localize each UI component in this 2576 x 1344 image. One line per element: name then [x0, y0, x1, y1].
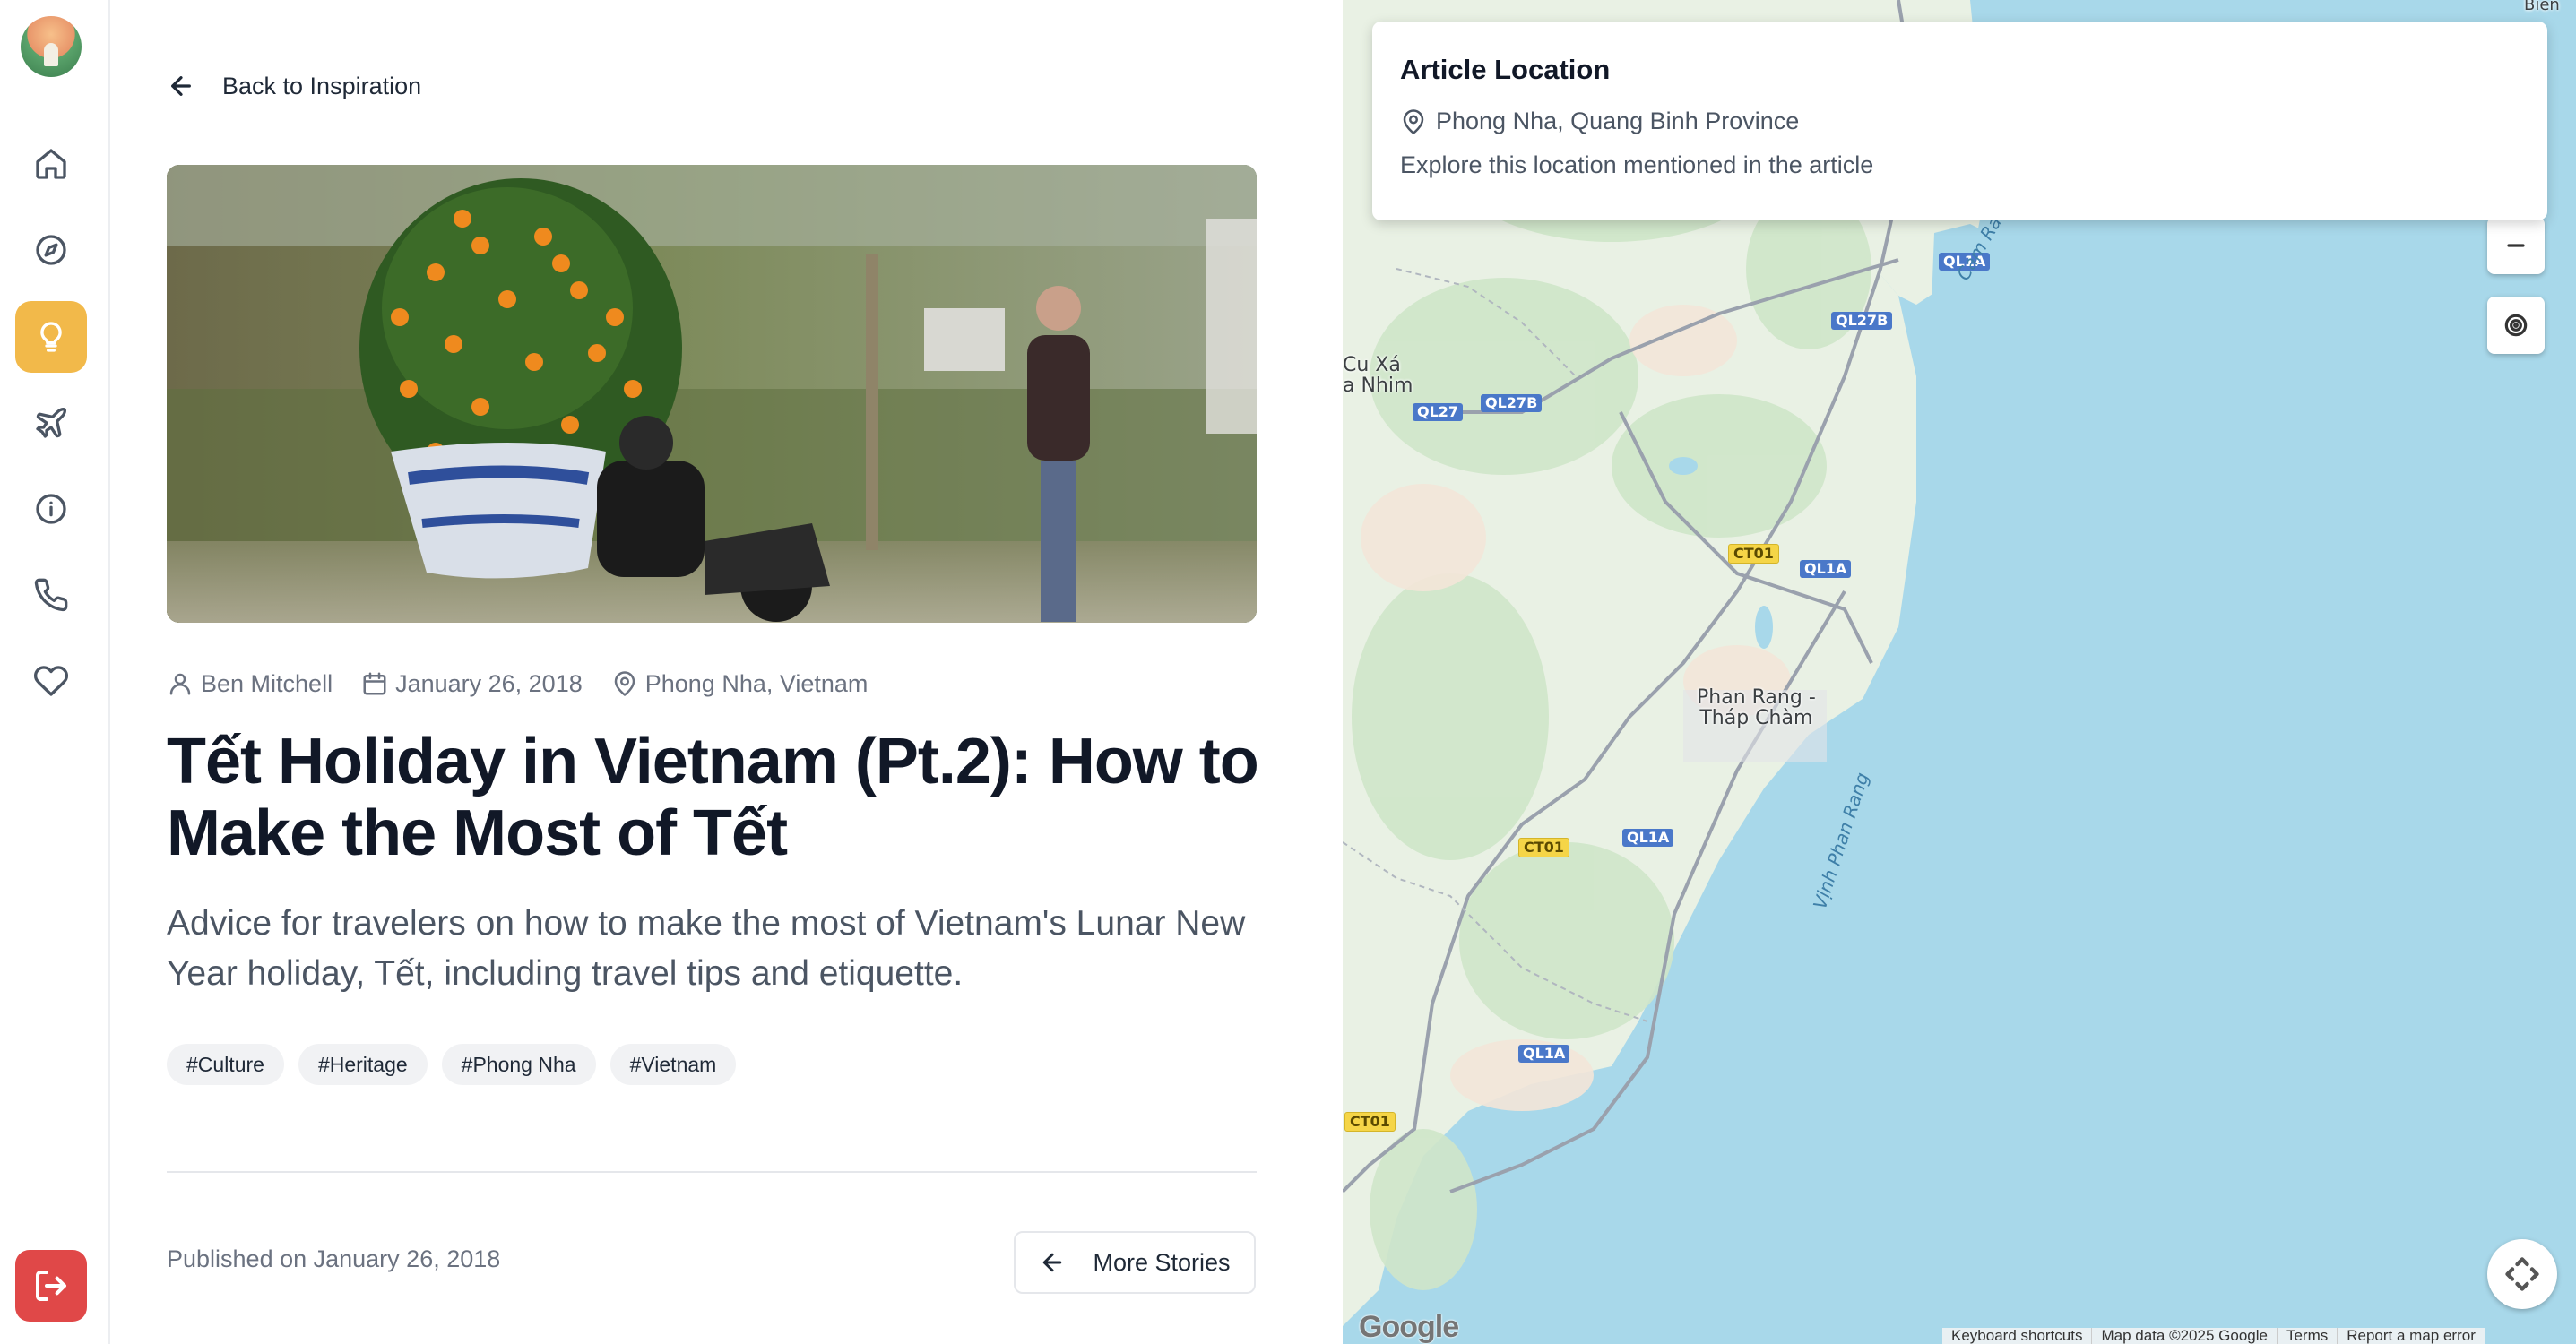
heart-icon	[33, 666, 69, 696]
map-pin-icon	[614, 671, 635, 696]
road-label: QL27B	[1831, 312, 1893, 330]
article-hero-image	[167, 165, 1257, 623]
tag-list: #Culture #Heritage #Phong Nha #Vietnam	[167, 1044, 737, 1085]
road-label: QL1A	[1800, 560, 1852, 578]
sidebar-item-trips[interactable]	[15, 387, 87, 459]
calendar-icon	[363, 672, 386, 695]
logout-icon	[36, 1271, 66, 1301]
published-date: Published on January 26, 2018	[167, 1245, 501, 1272]
minus-icon	[2507, 244, 2525, 247]
tag-chip[interactable]: #Heritage	[298, 1044, 428, 1085]
article-location: Phong Nha, Vietnam	[644, 669, 869, 697]
fullscreen-button[interactable]	[2487, 1239, 2557, 1309]
card-location: Phong Nha, Quang Binh Province	[1400, 108, 2520, 135]
sidebar-item-inspiration[interactable]	[15, 301, 87, 373]
plane-icon	[36, 408, 66, 438]
lightbulb-icon	[40, 322, 62, 352]
road-label: QL27	[1413, 403, 1464, 421]
article-date: January 26, 2018	[395, 669, 583, 697]
zoom-out-button[interactable]	[2487, 217, 2545, 274]
arrow-left-icon	[1043, 1253, 1062, 1272]
map-pin-icon	[1403, 108, 1424, 134]
hero-photo	[167, 165, 1257, 623]
logout-button[interactable]	[15, 1250, 87, 1322]
sidebar-item-about[interactable]	[15, 473, 87, 545]
author-meta: Ben Mitchell	[167, 670, 333, 698]
card-title: Article Location	[1400, 54, 1611, 85]
report-error-link[interactable]: Report a map error	[2337, 1328, 2485, 1344]
divider	[167, 1171, 1257, 1173]
map-data-text: Map data ©2025 Google	[2091, 1328, 2277, 1344]
road-label: CT01	[1344, 1112, 1396, 1132]
sidebar-item-explore[interactable]	[15, 214, 87, 286]
info-icon	[36, 494, 66, 524]
arrow-left-icon	[171, 76, 191, 96]
location-meta: Phong Nha, Vietnam	[611, 669, 869, 698]
map-attribution: Keyboard shortcuts Map data ©2025 Google…	[1942, 1328, 2485, 1344]
google-logo: Google	[1359, 1310, 1459, 1344]
user-icon	[169, 673, 191, 695]
back-link-label: Back to Inspiration	[222, 72, 422, 99]
more-stories-label: More Stories	[1093, 1248, 1231, 1276]
more-stories-button[interactable]: More Stories	[1014, 1231, 1256, 1294]
tag-chip[interactable]: #Vietnam	[609, 1044, 737, 1085]
back-link[interactable]: Back to Inspiration	[167, 65, 421, 108]
sidebar	[0, 0, 110, 1344]
terms-link[interactable]: Terms	[2276, 1328, 2337, 1344]
road-label: QL27B	[1481, 394, 1543, 412]
road-label: CT01	[1518, 838, 1569, 857]
compass-icon	[36, 235, 66, 265]
article-location-card: Article Location Phong Nha, Quang Binh P…	[1372, 22, 2547, 220]
author-name: Ben Mitchell	[201, 669, 333, 697]
phone-icon	[34, 578, 68, 612]
sidebar-item-contact[interactable]	[15, 559, 87, 631]
card-location-text: Phong Nha, Quang Binh Province	[1436, 108, 1800, 134]
tag-chip[interactable]: #Phong Nha	[441, 1044, 596, 1085]
home-icon	[36, 149, 66, 179]
road-label: QL1A	[1622, 829, 1674, 847]
card-description: Explore this location mentioned in the a…	[1400, 151, 1874, 178]
article-subtitle: Advice for travelers on how to make the …	[167, 904, 1246, 993]
road-label: CT01	[1728, 544, 1779, 564]
place-label: Cu Xá a Nhim	[1343, 354, 1413, 397]
tag-chip[interactable]: #Culture	[167, 1044, 284, 1085]
place-label: Phan Rang - Tháp Chàm	[1697, 686, 1816, 729]
locate-button[interactable]	[2487, 297, 2545, 354]
target-icon	[2504, 314, 2528, 337]
road-label: QL1A	[1518, 1045, 1570, 1063]
place-label: Bìen	[2524, 0, 2560, 14]
keyboard-shortcuts-link[interactable]: Keyboard shortcuts	[1942, 1328, 2091, 1344]
article-title: Tết Holiday in Vietnam (Pt.2): How to Ma…	[167, 726, 1259, 869]
expand-icon	[2505, 1257, 2539, 1291]
app-logo[interactable]	[21, 16, 82, 77]
date-meta: January 26, 2018	[361, 670, 583, 698]
article-meta: Ben Mitchell January 26, 2018 Phong Nha,…	[167, 666, 896, 702]
sidebar-item-favorites[interactable]	[15, 645, 87, 717]
sidebar-item-home[interactable]	[15, 128, 87, 200]
